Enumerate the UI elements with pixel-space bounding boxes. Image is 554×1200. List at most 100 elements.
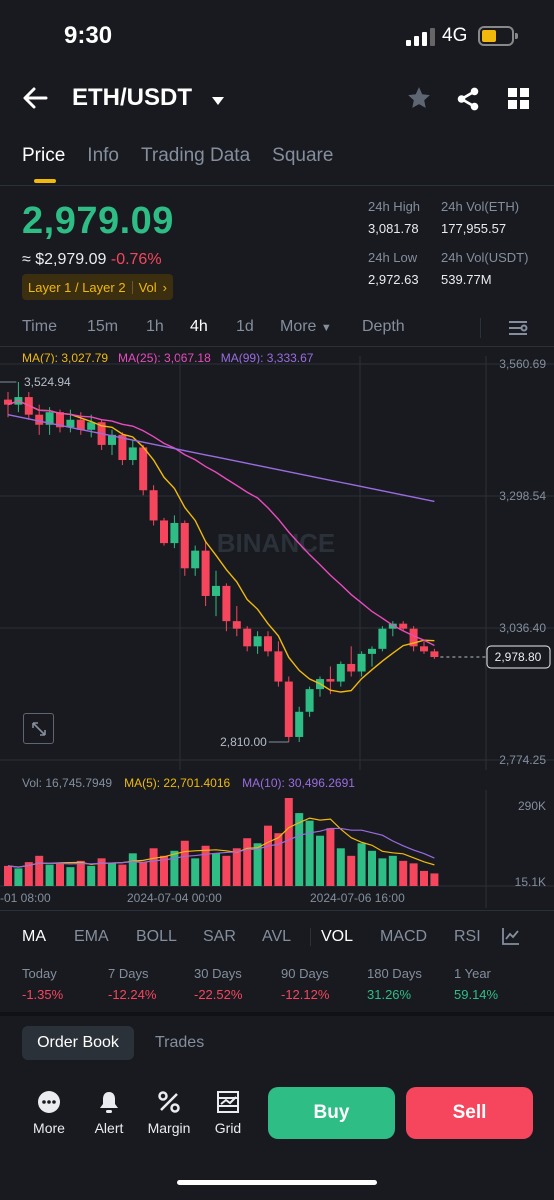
volume-bar [139,862,148,886]
y-tick-label: 2,774.25 [499,753,546,767]
candle-body [378,628,387,649]
indicator-rsi[interactable]: RSI [454,928,481,946]
perf-180d: 180 Days 31.26% [367,966,422,1002]
candle-body [336,663,345,682]
candle-body [222,585,231,622]
indicator-boll[interactable]: BOLL [136,928,177,946]
chart-settings-icon[interactable] [508,319,528,342]
tab-order-book[interactable]: Order Book [22,1026,134,1060]
interval-4h[interactable]: 4h [190,318,208,336]
indicator-chart-icon[interactable] [502,927,520,950]
perf-value: -22.52% [194,987,243,1002]
candle-body [35,414,44,425]
alert-button[interactable]: Alert [79,1088,139,1136]
perf-value: 59.14% [454,987,499,1002]
tab-trading-data[interactable]: Trading Data [141,145,250,167]
candle-body [160,520,168,544]
network-label: 4G [442,25,468,46]
signal-icon [406,28,435,46]
back-arrow-icon[interactable] [22,86,48,115]
grid-button[interactable]: Grid [198,1088,258,1136]
candle-body [399,623,408,629]
candle-body [305,689,314,712]
x-tick-label: 2024-07-06 16:00 [310,891,405,905]
candlestick-chart[interactable]: BINANCE 3,560.69 3,298.54 3,036.40 2,774.25 3… [0,356,554,770]
interval-1h[interactable]: 1h [146,318,164,336]
fullscreen-icon[interactable] [23,713,54,744]
tab-info[interactable]: Info [87,145,119,167]
indicator-tabs: MA EMA BOLL SAR AVL VOL MACD RSI [22,928,532,950]
candle-body [149,490,158,521]
candle-body [347,663,356,672]
indicator-ema[interactable]: EMA [74,928,109,946]
perf-value: 31.26% [367,987,412,1002]
more-label: More [280,318,317,335]
more-button[interactable]: More [19,1088,79,1136]
more-dots-icon [19,1088,79,1116]
buy-button[interactable]: Buy [268,1087,395,1139]
volume-bar [336,848,345,886]
vol-usdt-value: 539.77M [441,272,492,287]
pair-title[interactable]: ETH/USDT [72,84,192,112]
sell-button[interactable]: Sell [406,1087,533,1139]
volume-bar [347,855,356,886]
volume-bar [76,860,85,886]
tag-divider [131,280,133,294]
volume-bar [191,858,200,886]
perf-30d: 30 Days -22.52% [194,966,242,1002]
volume-bar [232,848,241,886]
perf-label: 7 Days [108,966,149,981]
category-tag[interactable]: Layer 1 / Layer 2 Vol › [22,274,173,300]
indicator-vol[interactable]: VOL [321,928,353,946]
perf-today: Today -1.35% [22,966,63,1002]
tab-square[interactable]: Square [272,145,333,167]
perf-value: -12.12% [281,987,330,1002]
indicator-ma[interactable]: MA [22,928,46,946]
watermark: BINANCE [217,528,335,558]
volume-bar [399,860,408,886]
volume-bar [35,855,44,886]
candle-body [357,653,366,672]
interval-depth[interactable]: Depth [362,318,405,336]
candle-body [232,621,241,629]
candle-body [420,646,428,652]
vol-ma5-label: MA(5): 22,701.4016 [124,776,231,790]
candle-body [128,447,137,461]
interval-1d[interactable]: 1d [236,318,254,336]
candle-body [253,636,262,647]
indicator-sar[interactable]: SAR [203,928,236,946]
volume-bar [170,850,179,886]
indicator-macd[interactable]: MACD [380,928,427,946]
volume-bar [108,863,116,886]
margin-button[interactable]: Margin [139,1088,199,1136]
share-icon[interactable] [455,86,481,117]
volume-bar [378,858,387,886]
fiat-price: ≈ $2,979.09 [22,251,107,268]
percent-icon [139,1088,199,1116]
candle-body [212,585,220,596]
perf-7d: 7 Days -12.24% [108,966,156,1002]
volume-bar [180,840,189,886]
ma99-line [7,414,435,503]
tab-price[interactable]: Price [22,145,65,167]
divider [0,910,554,911]
perf-1y: 1 Year 59.14% [454,966,498,1002]
tab-trades[interactable]: Trades [155,1034,204,1052]
star-icon[interactable] [406,85,432,116]
grid-layout-icon[interactable] [508,88,530,115]
volume-bar [409,863,418,886]
interval-time[interactable]: Time [22,318,57,336]
indicator-avl[interactable]: AVL [262,928,291,946]
vol-y-tick: 15.1K [515,875,546,889]
volume-bar [87,865,96,886]
candle-body [243,628,252,647]
interval-15m[interactable]: 15m [87,318,118,336]
more-label: More [33,1120,65,1136]
vol-eth-label: 24h Vol(ETH) [441,199,520,214]
divider [310,928,311,946]
caret-down-icon[interactable] [211,93,225,111]
volume-bar [357,843,366,886]
interval-more[interactable]: More ▼ [280,318,332,336]
volume-bar [316,835,324,886]
perf-value: -1.35% [22,987,64,1002]
